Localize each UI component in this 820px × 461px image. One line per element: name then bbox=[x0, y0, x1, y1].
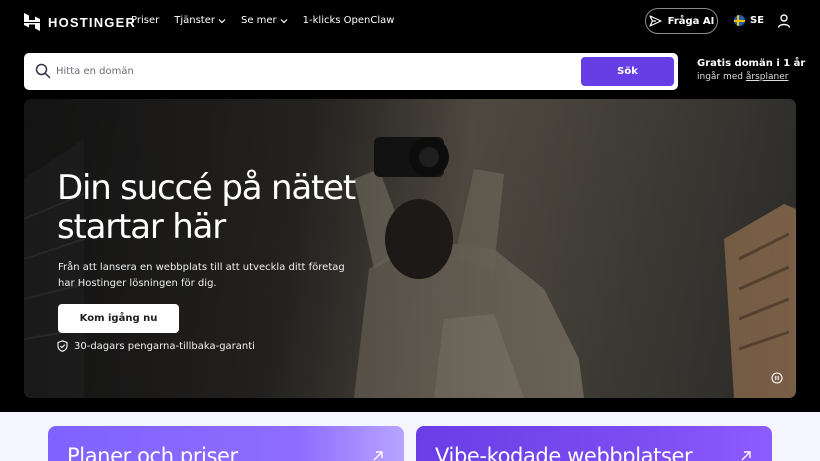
chevron-down-icon bbox=[218, 18, 226, 23]
card-title: Planer och priser bbox=[67, 444, 238, 461]
hero-description: Från att lansera en webbplats till att u… bbox=[58, 262, 345, 289]
pause-icon[interactable] bbox=[771, 372, 783, 384]
hero-title: Din succé på nätet startar här bbox=[57, 168, 356, 247]
hostinger-logo[interactable]: HOSTINGER bbox=[24, 13, 136, 31]
guarantee-text: 30-dagars pengarna-tillbaka-garanti bbox=[74, 340, 255, 352]
free-domain-subtitle: ingår med årsplaner bbox=[697, 72, 805, 82]
language-label: SE bbox=[750, 15, 765, 26]
free-domain-title: Gratis domän i 1 år bbox=[697, 58, 806, 69]
domain-search-bar: Sök bbox=[24, 53, 678, 90]
nav-item-openclaw[interactable]: 1-klicks OpenClaw bbox=[303, 15, 395, 26]
plans-and-prices-card[interactable]: Planer och priser bbox=[48, 426, 404, 461]
hostinger-logo-icon bbox=[24, 13, 40, 31]
main-nav: Priser Tjänster Se mer 1-klicks OpenClaw bbox=[131, 15, 409, 26]
domain-search-input[interactable] bbox=[56, 59, 476, 84]
logo-text: HOSTINGER bbox=[48, 14, 137, 30]
nav-item-label: Se mer bbox=[240, 15, 277, 26]
vibe-coded-websites-card[interactable]: Vibe-kodade webbplatser bbox=[416, 426, 772, 461]
chevron-down-icon bbox=[280, 18, 288, 23]
get-started-button[interactable]: Kom igång nu bbox=[58, 304, 179, 333]
hero-banner: Din succé på nätet startar här Från att … bbox=[24, 99, 796, 398]
sweden-flag-icon bbox=[734, 15, 745, 26]
search-button[interactable]: Sök bbox=[581, 57, 674, 86]
ask-ai-button[interactable]: Fråga AI bbox=[645, 8, 718, 34]
nav-item-se-mer[interactable]: Se mer bbox=[241, 15, 288, 26]
free-domain-promo: Gratis domän i 1 år ingår med årsplaner bbox=[697, 58, 805, 82]
hero-overlay bbox=[24, 99, 796, 398]
arrow-up-right-icon bbox=[373, 451, 383, 461]
nav-item-label: 1-klicks OpenClaw bbox=[302, 15, 395, 26]
card-title: Vibe-kodade webbplatser bbox=[435, 444, 693, 461]
top-navigation: HOSTINGER Priser Tjänster Se mer 1-klick… bbox=[0, 0, 820, 44]
free-domain-subtitle-prefix: ingår med bbox=[697, 72, 746, 82]
nav-item-label: Tjänster bbox=[174, 15, 215, 26]
sparkle-send-icon bbox=[649, 15, 662, 27]
user-icon[interactable] bbox=[776, 13, 792, 29]
language-selector[interactable]: SE bbox=[734, 15, 764, 26]
money-back-guarantee: 30-dagars pengarna-tillbaka-garanti bbox=[57, 340, 255, 352]
nav-item-tjanster[interactable]: Tjänster bbox=[174, 15, 226, 26]
shield-check-icon bbox=[57, 340, 68, 352]
ask-ai-label: Fråga AI bbox=[667, 15, 715, 27]
search-icon bbox=[35, 63, 51, 79]
nav-item-label: Priser bbox=[131, 15, 160, 26]
annual-plans-link[interactable]: årsplaner bbox=[746, 72, 789, 82]
nav-item-priser[interactable]: Priser bbox=[131, 15, 159, 26]
arrow-up-right-icon bbox=[741, 451, 751, 461]
